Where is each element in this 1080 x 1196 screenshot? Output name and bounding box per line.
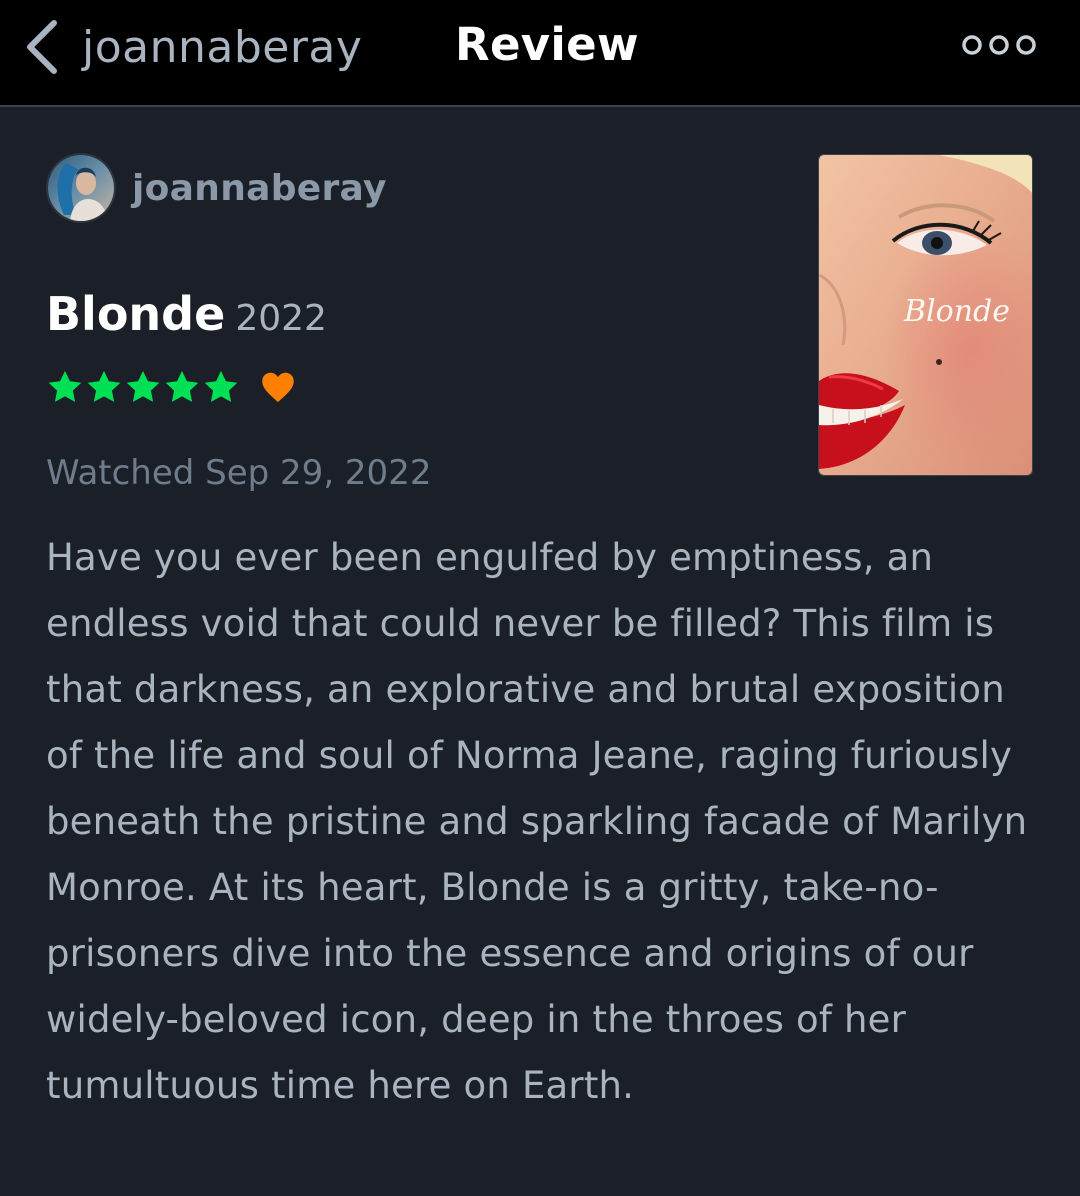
film-poster[interactable]: Blonde	[818, 154, 1033, 476]
star-rating	[46, 368, 240, 406]
film-heading[interactable]: Blonde 2022	[46, 287, 327, 341]
reviewer[interactable]: joannaberay	[46, 153, 387, 223]
star-icon	[85, 368, 123, 406]
poster-title: Blonde	[903, 294, 1010, 329]
film-year[interactable]: 2022	[235, 298, 327, 339]
star-icon	[163, 368, 201, 406]
reviewer-name[interactable]: joannaberay	[132, 168, 387, 209]
chevron-left-icon	[22, 17, 62, 77]
star-icon	[46, 368, 84, 406]
star-icon	[202, 368, 240, 406]
film-title[interactable]: Blonde	[46, 287, 225, 341]
back-label: joannaberay	[82, 21, 363, 73]
page-title: Review	[455, 18, 639, 71]
more-options-button[interactable]	[960, 28, 1038, 62]
more-dots-icon	[960, 35, 1038, 66]
top-nav-bar: joannaberay Review	[0, 0, 1080, 107]
review-screen: joannaberay Review joannaberay Blonde 20…	[0, 0, 1080, 1196]
star-icon	[124, 368, 162, 406]
review-body: Have you ever been engulfed by emptiness…	[46, 536, 1028, 1107]
heart-icon	[260, 370, 296, 404]
watched-date: Watched Sep 29, 2022	[46, 453, 432, 493]
back-button[interactable]: joannaberay	[22, 14, 362, 80]
rating-row	[46, 368, 296, 406]
avatar[interactable]	[46, 153, 116, 223]
